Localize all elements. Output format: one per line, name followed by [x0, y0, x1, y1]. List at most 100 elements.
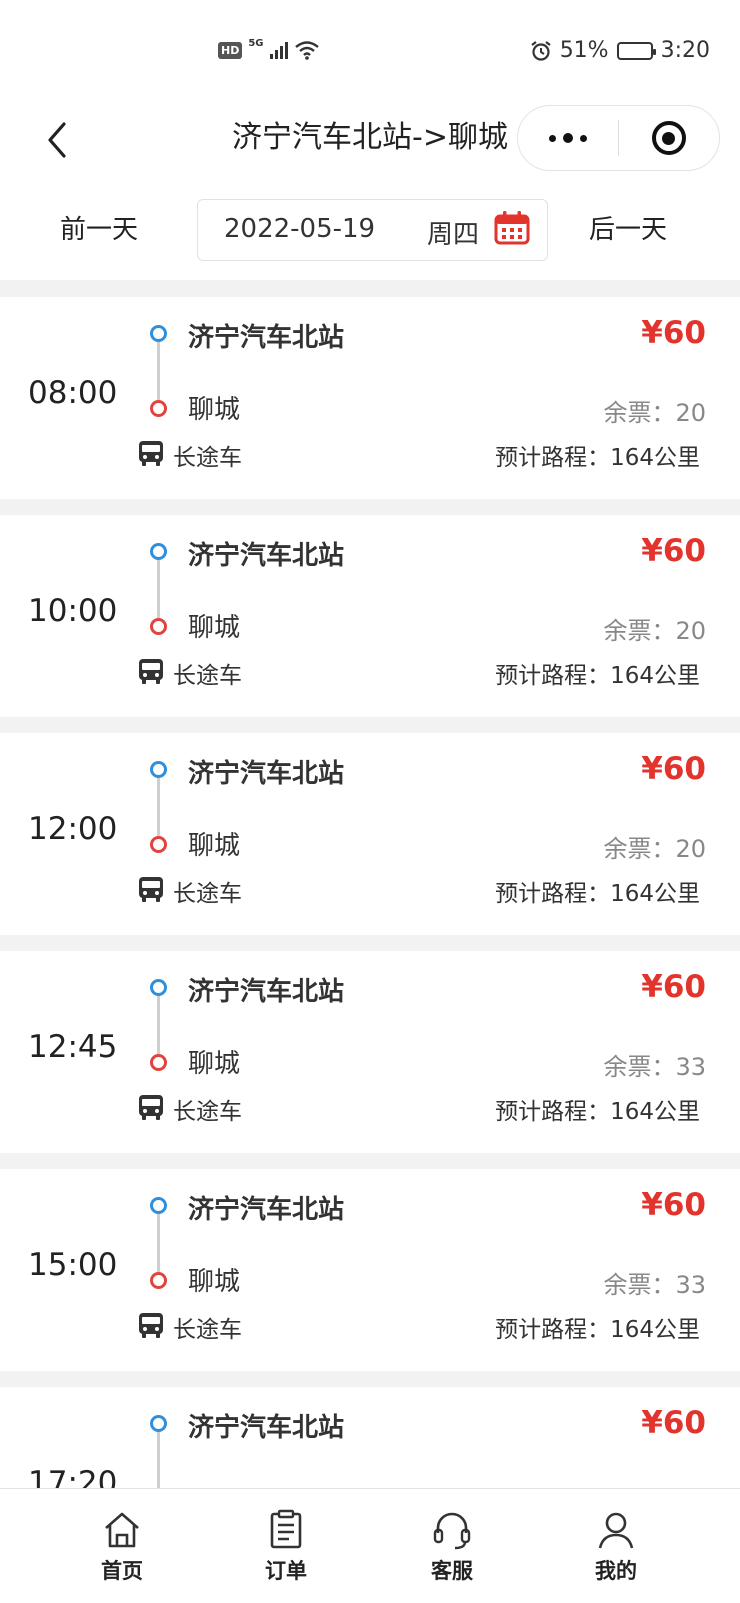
estimated-distance: 预计路程：164公里 — [495, 1317, 700, 1343]
remaining-seats: 余票：20 — [603, 835, 706, 863]
route-line — [157, 1432, 160, 1490]
route-line — [157, 778, 160, 836]
tab-label: 首页 — [101, 1559, 143, 1583]
ticket-price: ¥60 — [641, 533, 706, 569]
ticket-price: ¥60 — [641, 1187, 706, 1223]
ticket-price: ¥60 — [641, 969, 706, 1005]
departure-time: 15:00 — [28, 1247, 118, 1283]
navigation-bar: 济宁汽车北站->聊城 — [0, 100, 740, 185]
destination-station: 聊城 — [188, 395, 241, 425]
signal-icon — [269, 41, 288, 59]
estimated-distance: 预计路程：164公里 — [495, 881, 700, 907]
remaining-seats: 余票：20 — [603, 617, 706, 645]
target-circle-icon — [651, 121, 686, 155]
origin-dot-icon — [150, 979, 167, 996]
ticket-price: ¥60 — [641, 315, 706, 351]
trip-card[interactable]: 12:45 济宁汽车北站 聊城 ¥60 余票：33 长途车 预计路程：164公里 — [0, 951, 740, 1153]
clock: 3:20 — [660, 38, 710, 63]
bus-type: 长途车 — [173, 881, 242, 907]
bottom-tab-bar: 首页 订单 客服 我的 — [0, 1488, 740, 1603]
trip-card[interactable]: 08:00 济宁汽车北站 聊城 ¥60 余票：20 长途车 预计路程：164公里 — [0, 297, 740, 499]
more-dots-icon — [549, 134, 556, 142]
network-indicators: HD 5G — [218, 37, 320, 60]
selected-date: 2022-05-19 — [224, 214, 376, 244]
order-list-icon — [270, 1509, 302, 1549]
next-day-button[interactable]: 后一天 — [589, 209, 667, 246]
tab-profile[interactable]: 我的 — [556, 1509, 676, 1585]
selected-weekday: 周四 — [427, 220, 480, 250]
bus-type: 长途车 — [173, 1099, 242, 1125]
destination-dot-icon — [150, 1272, 167, 1289]
battery-percent: 51% — [559, 38, 609, 63]
destination-dot-icon — [150, 836, 167, 853]
origin-dot-icon — [150, 1197, 167, 1214]
remaining-seats: 余票：33 — [603, 1271, 706, 1299]
alarm-icon — [531, 40, 551, 61]
wifi-icon — [294, 41, 319, 60]
origin-station: 济宁汽车北站 — [188, 759, 345, 789]
destination-station: 聊城 — [188, 831, 241, 861]
destination-dot-icon — [150, 400, 167, 417]
date-picker[interactable]: 2022-05-19 周四 — [197, 199, 548, 261]
origin-station: 济宁汽车北站 — [188, 541, 345, 571]
bus-type: 长途车 — [173, 663, 242, 689]
origin-station: 济宁汽车北站 — [188, 1195, 345, 1225]
status-bar: HD 5G 51% 3:20 — [0, 0, 740, 100]
tab-orders[interactable]: 订单 — [226, 1509, 346, 1585]
ticket-price: ¥60 — [641, 1405, 706, 1441]
network-type: 5G — [248, 37, 264, 49]
route-line — [157, 1214, 160, 1272]
tab-label: 订单 — [265, 1559, 307, 1583]
bus-icon — [139, 659, 163, 684]
destination-dot-icon — [150, 1054, 167, 1071]
tab-label: 客服 — [431, 1559, 473, 1583]
ticket-price: ¥60 — [641, 751, 706, 787]
origin-dot-icon — [150, 543, 167, 560]
prev-day-button[interactable]: 前一天 — [60, 209, 138, 246]
user-icon — [598, 1512, 634, 1549]
destination-station: 聊城 — [188, 613, 241, 643]
system-indicators: 51% 3:20 — [530, 38, 710, 63]
bus-type: 长途车 — [173, 1317, 242, 1343]
bus-icon — [139, 877, 163, 902]
departure-time: 08:00 — [28, 375, 118, 411]
tab-label: 我的 — [595, 1559, 637, 1583]
destination-dot-icon — [150, 618, 167, 635]
close-miniprogram-button[interactable] — [619, 106, 719, 170]
bus-icon — [139, 441, 163, 466]
date-selector: 前一天 2022-05-19 周四 后一天 — [0, 185, 740, 280]
tab-home[interactable]: 首页 — [62, 1509, 182, 1585]
route-line — [157, 560, 160, 618]
destination-station: 聊城 — [188, 1049, 241, 1079]
departure-time: 12:00 — [28, 811, 118, 847]
remaining-seats: 余票：20 — [603, 399, 706, 427]
bus-type: 长途车 — [173, 445, 242, 471]
origin-station: 济宁汽车北站 — [188, 977, 345, 1007]
origin-dot-icon — [150, 1415, 167, 1432]
hd-badge: HD — [218, 41, 243, 59]
origin-dot-icon — [150, 325, 167, 342]
destination-station: 聊城 — [188, 1267, 241, 1297]
calendar-icon[interactable] — [493, 209, 531, 247]
home-icon — [105, 1512, 139, 1548]
estimated-distance: 预计路程：164公里 — [495, 445, 700, 471]
bus-icon — [139, 1095, 163, 1120]
estimated-distance: 预计路程：164公里 — [495, 1099, 700, 1125]
headset-icon — [433, 1512, 471, 1550]
route-line — [157, 342, 160, 400]
tab-customer-service[interactable]: 客服 — [392, 1509, 512, 1585]
battery-icon — [616, 41, 656, 60]
origin-dot-icon — [150, 761, 167, 778]
departure-time: 10:00 — [28, 593, 118, 629]
trip-card[interactable]: 12:00 济宁汽车北站 聊城 ¥60 余票：20 长途车 预计路程：164公里 — [0, 733, 740, 935]
trip-list: 08:00 济宁汽车北站 聊城 ¥60 余票：20 长途车 预计路程：164公里… — [0, 297, 740, 1603]
miniprogram-capsule — [517, 105, 720, 171]
trip-card[interactable]: 10:00 济宁汽车北站 聊城 ¥60 余票：20 长途车 预计路程：164公里 — [0, 515, 740, 717]
bus-icon — [139, 1313, 163, 1338]
trip-card[interactable]: 15:00 济宁汽车北站 聊城 ¥60 余票：33 长途车 预计路程：164公里 — [0, 1169, 740, 1371]
more-button[interactable] — [518, 106, 618, 170]
estimated-distance: 预计路程：164公里 — [495, 663, 700, 689]
route-line — [157, 996, 160, 1054]
departure-time: 12:45 — [28, 1029, 118, 1065]
origin-station: 济宁汽车北站 — [188, 1413, 345, 1443]
